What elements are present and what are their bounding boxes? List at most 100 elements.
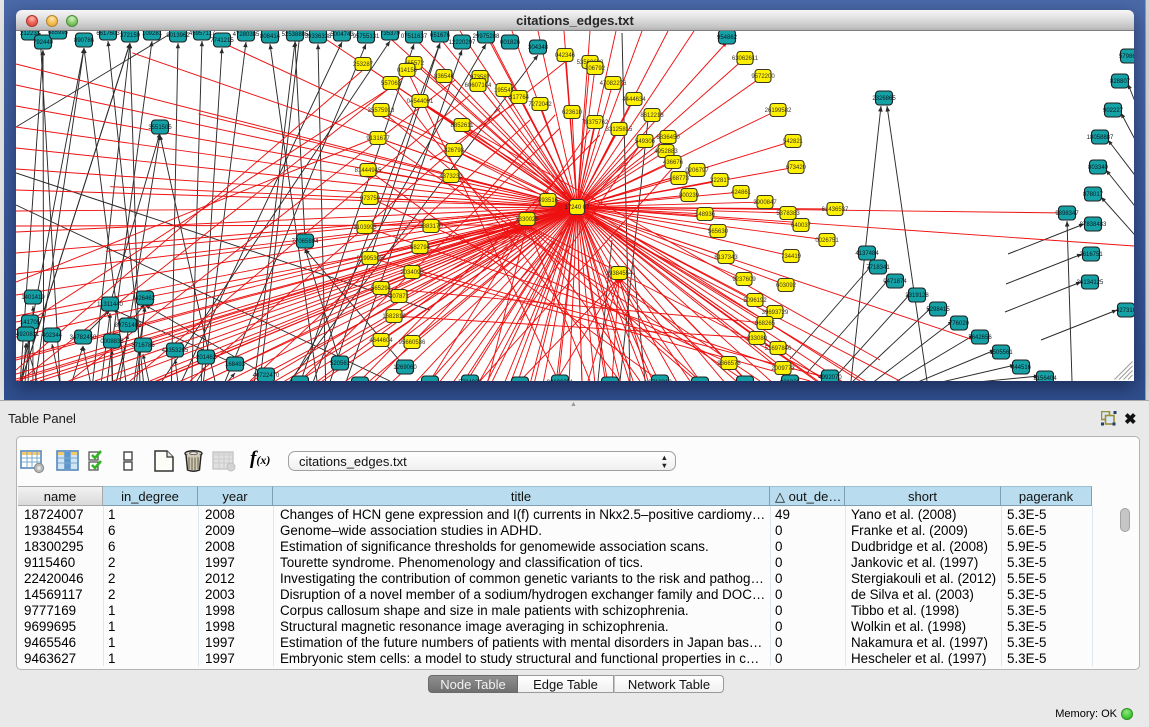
- svg-text:6836450: 6836450: [656, 135, 680, 141]
- svg-text:3883170: 3883170: [419, 224, 443, 230]
- svg-text:9131677: 9131677: [366, 136, 390, 142]
- svg-text:201462: 201462: [196, 355, 217, 361]
- svg-text:640037: 640037: [791, 223, 812, 229]
- svg-text:2616751: 2616751: [1079, 252, 1103, 258]
- svg-text:9156404: 9156404: [1033, 376, 1057, 381]
- svg-text:7272042: 7272042: [528, 102, 552, 108]
- svg-text:4992070: 4992070: [818, 375, 842, 381]
- svg-text:233080: 233080: [747, 336, 768, 342]
- svg-text:17240 07: 17240 07: [564, 205, 590, 211]
- svg-text:3900847: 3900847: [753, 200, 777, 206]
- svg-text:2009773: 2009773: [771, 366, 795, 372]
- svg-text:603092: 603092: [776, 283, 797, 289]
- svg-text:651676: 651676: [430, 33, 451, 39]
- svg-text:01995305: 01995305: [357, 256, 384, 262]
- svg-text:493516: 493516: [538, 198, 559, 204]
- svg-text:4373233: 4373233: [439, 174, 463, 180]
- svg-text:7718341: 7718341: [866, 265, 890, 271]
- svg-text:565294: 565294: [371, 286, 392, 292]
- svg-text:1330025: 1330025: [515, 217, 539, 223]
- svg-text:3551505: 3551505: [148, 125, 172, 131]
- svg-text:63062611: 63062611: [732, 56, 759, 62]
- svg-text:4644604: 4644604: [369, 338, 393, 344]
- svg-text:07511637: 07511637: [401, 34, 428, 40]
- svg-text:317764: 317764: [509, 95, 530, 101]
- svg-text:0471874: 0471874: [883, 279, 907, 285]
- svg-text:0206797: 0206797: [685, 168, 709, 174]
- svg-text:735379: 735379: [380, 31, 401, 37]
- svg-text:9237609: 9237609: [732, 277, 756, 283]
- svg-text:36134125: 36134125: [1077, 280, 1104, 286]
- svg-text:557063: 557063: [381, 81, 402, 87]
- svg-text:148936: 148936: [695, 212, 716, 218]
- svg-text:803340: 803340: [1088, 165, 1109, 171]
- svg-text:0026751: 0026751: [815, 238, 839, 244]
- svg-text:40722470: 40722470: [253, 373, 280, 379]
- svg-text:322817: 322817: [710, 178, 731, 184]
- svg-text:51697846: 51697846: [765, 346, 792, 352]
- svg-text:579868: 579868: [1119, 54, 1134, 60]
- svg-text:33125815: 33125815: [606, 127, 633, 133]
- svg-text:47082276: 47082276: [600, 81, 627, 87]
- svg-text:5096192: 5096192: [743, 298, 767, 304]
- svg-text:7642656: 7642656: [968, 335, 992, 341]
- svg-text:34782450: 34782450: [70, 335, 97, 341]
- svg-text:424861: 424861: [731, 190, 752, 196]
- svg-text:6617603: 6617603: [96, 31, 120, 37]
- svg-text:11311440: 11311440: [97, 302, 123, 308]
- svg-text:372159: 372159: [120, 33, 141, 39]
- svg-text:542821: 542821: [783, 139, 804, 145]
- svg-text:4952883: 4952883: [654, 149, 678, 155]
- svg-text:5004743: 5004743: [330, 32, 354, 38]
- svg-text:29975288: 29975288: [473, 34, 500, 40]
- svg-text:402344: 402344: [42, 333, 63, 339]
- svg-text:2326865: 2326865: [872, 96, 896, 102]
- svg-text:5378383: 5378383: [776, 211, 800, 217]
- svg-text:04544091: 04544091: [407, 99, 434, 105]
- svg-text:068265: 068265: [755, 321, 776, 327]
- svg-text:044516: 044516: [1011, 365, 1032, 371]
- svg-text:35575918: 35575918: [368, 108, 395, 114]
- svg-text:87838483: 87838483: [1080, 222, 1107, 228]
- svg-text:109281: 109281: [142, 31, 163, 37]
- svg-text:81444945: 81444945: [355, 168, 382, 174]
- svg-text:427316: 427316: [1116, 308, 1134, 314]
- svg-text:549306: 549306: [635, 139, 656, 145]
- svg-text:8852611: 8852611: [451, 123, 475, 129]
- svg-text:808414: 808414: [260, 34, 281, 40]
- svg-text:0008838: 0008838: [100, 339, 124, 345]
- svg-text:168493: 168493: [225, 362, 246, 368]
- svg-text:3716786: 3716786: [131, 343, 155, 349]
- svg-text:734419: 734419: [781, 254, 802, 260]
- svg-text:014156: 014156: [397, 68, 418, 74]
- svg-text:26199582: 26199582: [765, 108, 792, 114]
- svg-text:18058887: 18058887: [1087, 135, 1114, 141]
- svg-text:0718818: 0718818: [648, 380, 672, 381]
- svg-text:436676: 436676: [663, 160, 684, 166]
- svg-text:89751402: 89751402: [115, 323, 142, 329]
- svg-text:5724920: 5724920: [458, 380, 482, 381]
- svg-text:1401419: 1401419: [21, 295, 45, 301]
- svg-text:8137343: 8137343: [714, 255, 738, 261]
- svg-text:685995: 685995: [48, 31, 69, 36]
- svg-text:77065894: 77065894: [292, 239, 319, 245]
- svg-text:792440: 792440: [33, 40, 54, 46]
- svg-text:9572200: 9572200: [751, 74, 775, 80]
- svg-text:1269060: 1269060: [393, 365, 417, 371]
- svg-text:4444634: 4444634: [622, 97, 646, 103]
- svg-text:39693729: 39693729: [762, 310, 789, 316]
- svg-text:890786: 890786: [74, 38, 95, 44]
- svg-text:78375762: 78375762: [582, 120, 609, 126]
- svg-text:141705: 141705: [20, 320, 41, 326]
- svg-text:93100251: 93100251: [547, 380, 574, 381]
- svg-text:520561: 520561: [330, 361, 351, 367]
- svg-text:12220297: 12220297: [449, 40, 476, 46]
- svg-text:878017: 878017: [1083, 192, 1104, 198]
- svg-text:8612213: 8612213: [640, 113, 664, 119]
- svg-text:95755131: 95755131: [353, 34, 380, 40]
- svg-text:39336338: 39336338: [305, 34, 332, 40]
- svg-text:45957117: 45957117: [189, 31, 216, 37]
- svg-text:931925: 931925: [780, 380, 801, 381]
- svg-text:623610: 623610: [562, 110, 583, 116]
- svg-text:106792: 106792: [585, 66, 606, 72]
